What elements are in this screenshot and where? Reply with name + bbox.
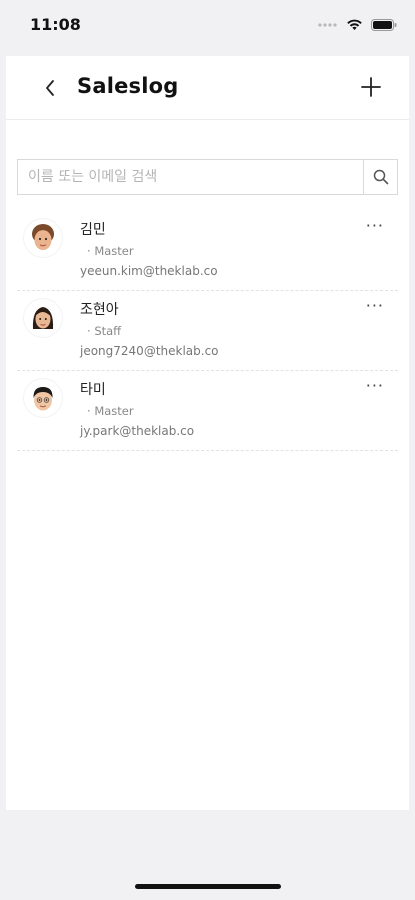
member-name: 김민	[80, 222, 106, 238]
member-role-label: Master	[94, 404, 134, 418]
search-icon	[373, 169, 388, 185]
more-options-button[interactable]: ···	[366, 216, 384, 235]
member-role-label: Staff	[94, 324, 122, 338]
back-button[interactable]	[38, 74, 62, 102]
role-prefix: ·	[87, 244, 91, 258]
member-row[interactable]: 조현아 · Staff jeong7240@theklab.co ···	[17, 291, 398, 371]
member-name: 조현아	[80, 302, 119, 318]
female-memoji-avatar-1	[24, 219, 62, 257]
member-email: yeeun.kim@theklab.co	[80, 264, 218, 278]
nav-bar: Saleslog	[6, 56, 409, 120]
search-button[interactable]	[363, 160, 397, 194]
more-options-button[interactable]: ···	[366, 376, 384, 395]
search-input[interactable]	[18, 160, 363, 194]
role-prefix: ·	[87, 324, 91, 338]
male-memoji-avatar	[24, 379, 62, 417]
wifi-icon	[347, 19, 362, 30]
more-options-button[interactable]: ···	[366, 296, 384, 315]
member-role: · Master	[87, 404, 134, 418]
add-member-button[interactable]	[357, 73, 385, 101]
status-bar: 11:08	[0, 0, 415, 52]
member-name: 타미	[80, 382, 106, 398]
chevron-left-icon	[46, 80, 54, 96]
status-time: 11:08	[30, 15, 81, 34]
page-title: Saleslog	[77, 74, 179, 98]
female-memoji-avatar-2	[24, 299, 62, 337]
role-prefix: ·	[87, 404, 91, 418]
member-email: jeong7240@theklab.co	[80, 344, 219, 358]
member-role-label: Master	[94, 244, 134, 258]
main-card: Saleslog 이름 또는 이메일 검색 김민 · Master yeeun.…	[6, 56, 409, 810]
member-list: 김민 · Master yeeun.kim@theklab.co ··· 조현아…	[17, 211, 398, 451]
signal-dots-icon	[318, 22, 337, 27]
member-role: · Master	[87, 244, 134, 258]
member-email: jy.park@theklab.co	[80, 424, 195, 438]
battery-icon	[371, 18, 397, 31]
plus-icon	[361, 77, 381, 97]
member-role: · Staff	[87, 324, 121, 338]
member-row[interactable]: 김민 · Master yeeun.kim@theklab.co ···	[17, 211, 398, 291]
home-indicator[interactable]	[135, 884, 281, 889]
member-row[interactable]: 타미 · Master jy.park@theklab.co ···	[17, 371, 398, 451]
search-bar	[17, 159, 398, 195]
status-icons	[318, 18, 397, 31]
